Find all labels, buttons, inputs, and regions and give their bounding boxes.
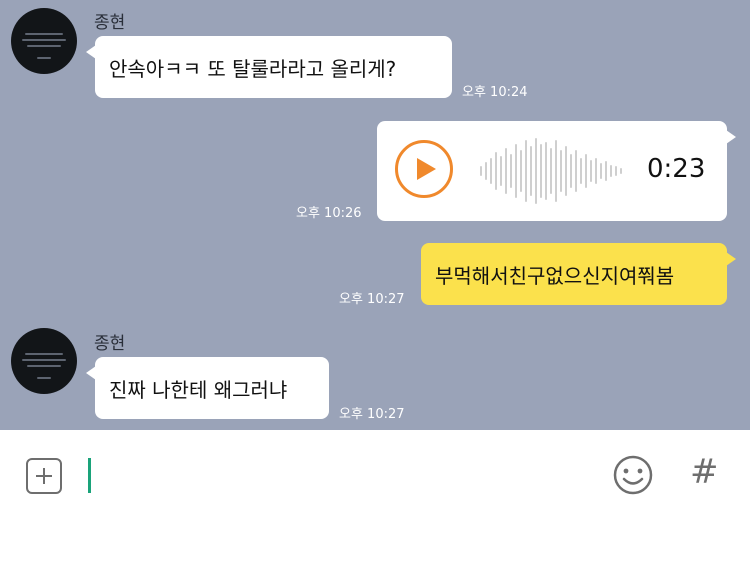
message-time: 오후 10:27: [339, 407, 405, 422]
message-text: 진짜 나한테 왜그러냐: [109, 377, 288, 402]
sender-name: 종현: [94, 13, 126, 33]
message-time: 오후 10:27: [339, 292, 405, 307]
message-text: 안속아ㅋㅋ 또 탈룰라라고 올리게?: [109, 56, 397, 81]
message-time: 오후 10:24: [462, 85, 528, 100]
message-bubble[interactable]: 안속아ㅋㅋ 또 탈룰라라고 올리게?: [86, 36, 452, 98]
play-button[interactable]: [395, 140, 453, 198]
avatar[interactable]: [11, 8, 77, 74]
sender-name: 종현: [94, 334, 126, 354]
smiley-icon[interactable]: [612, 454, 654, 496]
avatar[interactable]: [11, 328, 77, 394]
play-icon: [417, 158, 436, 180]
voice-message[interactable]: 0:23: [377, 121, 736, 221]
voice-duration: 0:23: [647, 154, 706, 184]
message-time: 오후 10:26: [296, 206, 362, 221]
message-text: 부먹해서친구없으신지여쭤봄: [435, 263, 675, 288]
waveform-graphic: [480, 138, 622, 204]
message-bubble[interactable]: 부먹해서친구없으신지여쭤봄: [421, 243, 736, 305]
message-input[interactable]: [88, 458, 91, 493]
plus-square-icon[interactable]: [26, 458, 62, 494]
hash-icon[interactable]: #: [690, 452, 719, 492]
chat-area[interactable]: 종현 안속아ㅋㅋ 또 탈룰라라고 올리게? 오후 10:24 0:23 오후 1…: [0, 0, 750, 430]
message-bubble[interactable]: 진짜 나한테 왜그러냐: [86, 357, 329, 419]
